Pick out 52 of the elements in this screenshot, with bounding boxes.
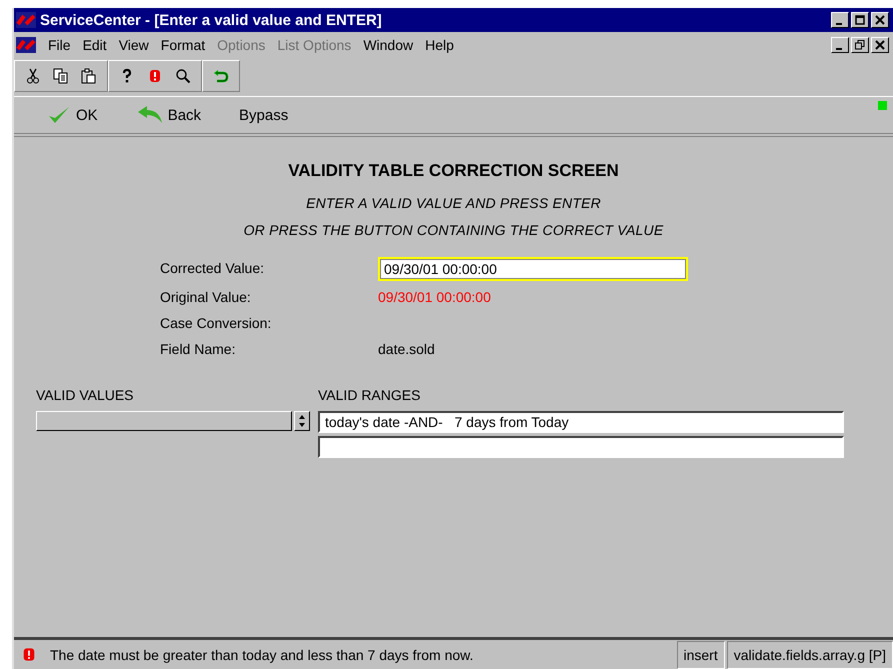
window-title: ServiceCenter - [Enter a valid value and ENTER] — [40, 12, 382, 28]
menu-item[interactable]: File — [48, 37, 71, 53]
section-label: VALID RANGES — [318, 387, 422, 403]
status-message: The date must be greater than today and less than 7 days from now. — [50, 646, 474, 662]
restore-icon — [855, 40, 865, 50]
action-button[interactable]: Bypass — [235, 104, 292, 126]
logo-icon — [16, 12, 36, 28]
close-button[interactable] — [871, 12, 889, 28]
maximize-icon — [855, 15, 865, 25]
minimize-button[interactable] — [831, 37, 849, 53]
range-field[interactable] — [318, 436, 844, 458]
menu-item[interactable]: Window — [363, 37, 414, 53]
return-arrow-icon — [213, 68, 229, 84]
original-value: 09/30/01 00:00:00 — [378, 289, 492, 307]
corrected-value-field[interactable]: 09/30/01 00:00:00 — [378, 257, 688, 281]
scissors-icon — [25, 68, 41, 84]
status-pane: validate.fields.array.g [P] — [726, 640, 893, 668]
status-pane: insert — [676, 640, 725, 668]
field-label: Original Value: — [160, 289, 252, 307]
field-label: Field Name: — [160, 341, 236, 359]
status-light — [878, 101, 887, 110]
checkmark-icon — [46, 105, 72, 125]
range-field[interactable]: today's date -AND- 7 days from Today — [318, 411, 844, 433]
clipboard-icon — [81, 68, 97, 84]
maximize-button[interactable] — [851, 12, 869, 28]
logo-icon — [16, 37, 36, 53]
menu-item[interactable]: Help — [425, 37, 454, 53]
instruction-text: OR PRESS THE BUTTON CONTAINING THE CORRECT VALUE — [242, 222, 664, 238]
screen-heading: VALIDITY TABLE CORRECTION SCREEN — [287, 161, 620, 181]
section-label: VALID VALUES — [36, 387, 135, 403]
menu-item[interactable]: View — [118, 37, 149, 53]
minimize-icon — [836, 22, 842, 24]
field-value: date.sold — [378, 341, 436, 359]
action-button[interactable]: OK — [42, 103, 102, 127]
spin-button[interactable] — [294, 411, 310, 431]
instruction-text: ENTER A VALID VALUE AND PRESS ENTER — [305, 195, 602, 211]
field-label: Corrected Value: — [160, 260, 266, 278]
minimize-icon — [836, 48, 842, 50]
menu-item[interactable]: Edit — [82, 37, 107, 53]
close-button[interactable] — [871, 37, 889, 53]
copy-icon — [53, 68, 69, 84]
field-label: Case Conversion: — [160, 315, 272, 333]
valid-values-list[interactable] — [36, 411, 292, 431]
up-down-arrows-icon — [298, 413, 306, 429]
back-arrow-icon — [136, 105, 164, 125]
action-button[interactable]: Back — [132, 103, 206, 127]
search-icon — [175, 68, 191, 84]
menu-item[interactable]: Format — [160, 37, 206, 53]
error-icon — [22, 647, 36, 662]
minimize-button[interactable] — [831, 12, 849, 28]
restore-button[interactable] — [851, 37, 869, 53]
exclamation-icon — [147, 68, 163, 84]
